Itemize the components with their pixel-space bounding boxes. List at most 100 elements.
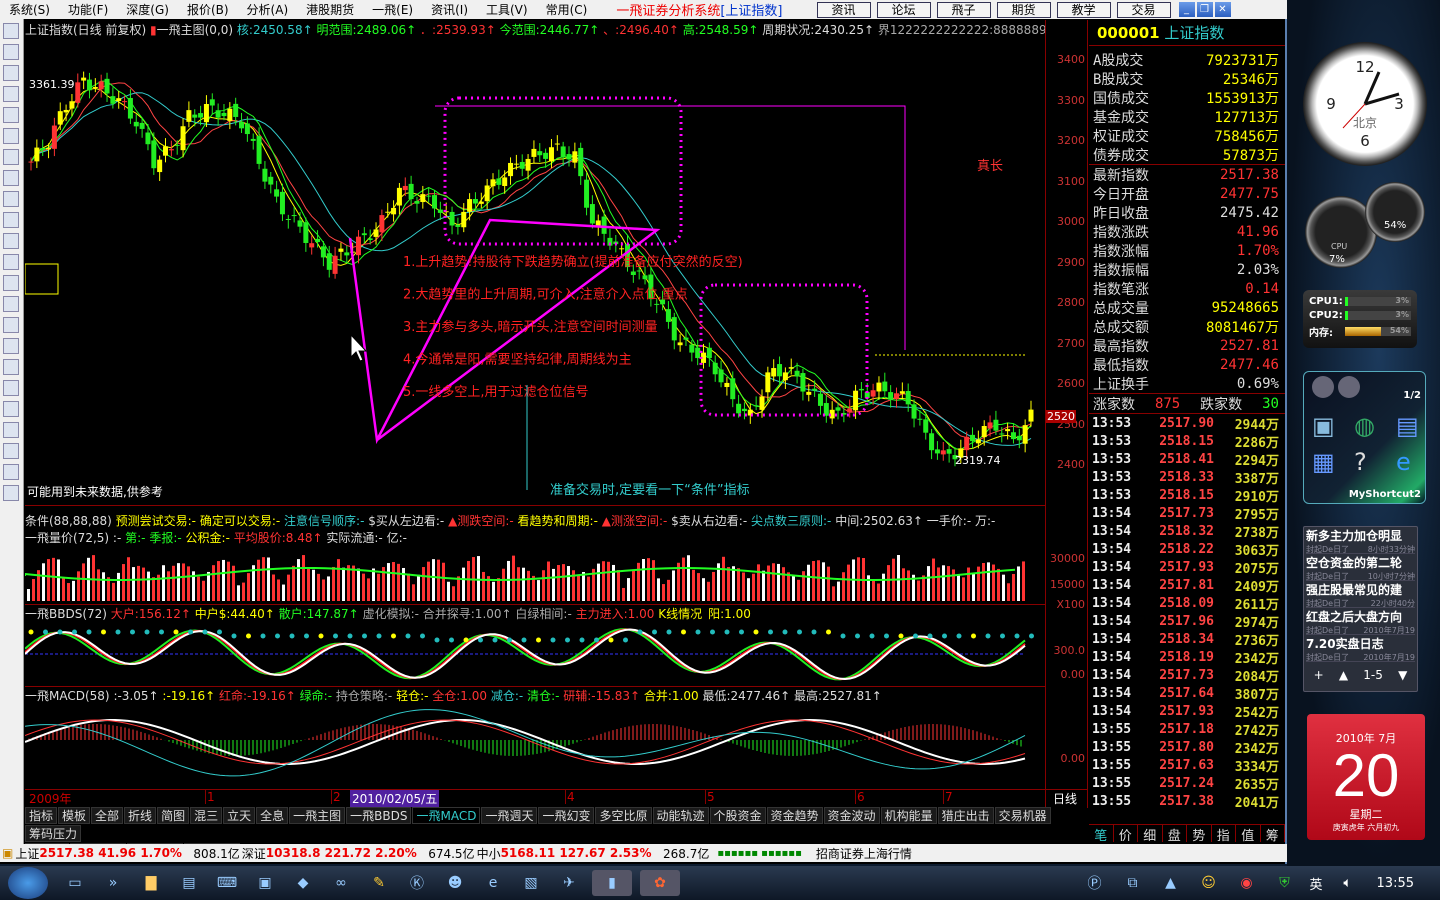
quote-tab[interactable]: 值 [1236,825,1261,844]
minimize-button[interactable]: _ [1178,2,1195,17]
indicator-tab[interactable]: 一飛主图 [289,807,346,824]
unknown-shortcut-icon[interactable]: ? [1354,448,1388,476]
news-title[interactable]: 7.20实盘日志 [1306,635,1415,652]
indicator-tab[interactable]: 资金波动 [823,807,880,824]
indicator-tab[interactable]: 混三 [190,807,223,824]
close-button[interactable]: ✕ [1214,2,1231,17]
indicator-tab[interactable]: 全息 [256,807,289,824]
tray-ime[interactable]: 英 [1310,874,1323,893]
menu-item[interactable]: 报价(B) [178,1,238,18]
tray-clock[interactable]: 13:55 [1377,876,1414,891]
tray-im-icon[interactable]: ☺ [1194,870,1224,896]
taskbar-tool-icon[interactable]: ▧ [516,870,546,896]
taskbar-stock-app-icon[interactable]: ▮ [592,870,632,896]
menu-item[interactable]: 常用(C) [537,1,597,18]
taskbar-qq-icon[interactable]: ☻ [440,870,470,896]
internet-shortcut-icon[interactable]: ◍ [1354,412,1388,440]
indicator-tab[interactable]: 机构能量 [880,807,937,824]
quote-tab[interactable]: 笔 [1089,825,1114,844]
network-shortcut-icon[interactable]: ▤ [1396,412,1430,440]
taskbar-app-icon[interactable]: ◆ [288,870,318,896]
bars-tool-icon[interactable] [3,86,19,102]
users-tool-icon[interactable] [3,191,19,207]
quote-tab[interactable]: 盘 [1163,825,1187,844]
indicator-tab[interactable]: 全部 [91,807,124,824]
move-tool-icon[interactable] [3,443,19,459]
lan-shortcut-icon[interactable]: ▦ [1312,448,1346,476]
up-tool-icon[interactable] [3,464,19,480]
quote-tab[interactable]: 价 [1114,825,1138,844]
quote-tab[interactable]: 细 [1138,825,1163,844]
indicator-tab[interactable]: 指标 [25,807,58,824]
taskbar-more-icon[interactable]: » [98,870,128,896]
chart-tool-icon[interactable] [3,275,19,291]
volume-chart[interactable] [25,546,1045,601]
line-tool-icon[interactable] [3,65,19,81]
taskbar-ie-icon[interactable]: e [478,870,508,896]
sh-index-label[interactable]: 上证 [15,845,39,862]
tray-window-icon[interactable]: ⧉ [1118,870,1148,896]
indicator-tab[interactable]: 一飛幻变 [538,807,595,824]
menu-item[interactable]: 工具(V) [477,1,537,18]
taskbar-stock-app2-icon[interactable]: ✿ [640,870,680,896]
computer-shortcut-icon[interactable]: ▣ [1312,412,1346,440]
f10-tool-icon[interactable] [3,107,19,123]
news-down-button[interactable]: ▼ [1398,668,1407,682]
etf-tool-icon[interactable] [3,254,19,270]
start-button[interactable] [8,867,48,899]
taskbar-desktop-icon[interactable]: ▭ [60,870,90,896]
news-item[interactable]: 红盘之后大盘方向 封起De日了 2010年7月19 [1306,608,1415,635]
quote-tab[interactable]: 指 [1212,825,1236,844]
list-tool-icon[interactable] [3,44,19,60]
news-title[interactable]: 红盘之后大盘方向 [1306,608,1415,625]
tray-shield-icon[interactable]: ⛨ [1270,870,1300,896]
tray-p-icon[interactable]: Ⓟ [1080,870,1110,896]
calc-tool-icon[interactable] [3,149,19,165]
news-title[interactable]: 新多主力加仓明显 [1306,527,1415,544]
main-price-chart[interactable]: 3361.39 2319.74 可能用到未来数据,供参考 准备交易时,定要看一下“条件… [25,40,1045,506]
table-tool-icon[interactable] [3,128,19,144]
restore-button[interactable]: ❐ [1196,2,1213,17]
forward-button[interactable] [1338,376,1360,398]
news-tool-icon[interactable] [3,170,19,186]
f-tool-icon[interactable] [3,212,19,228]
news-title[interactable]: 强庄股最常见的建 [1306,581,1415,598]
menu-item[interactable]: 深度(G) [117,1,178,18]
macd-chart[interactable] [25,702,1045,788]
indicator-tab[interactable]: 个股资金 [709,807,766,824]
indicator-tab[interactable]: 模板 [58,807,91,824]
indicator-tab[interactable]: 一飛BBDS [346,807,412,824]
indicator-tab[interactable]: 一飛MACD [412,807,481,824]
taskbar-k-icon[interactable]: Ⓚ [402,870,432,896]
back-button[interactable] [1312,376,1334,398]
grid-tool-icon[interactable] [3,23,19,39]
graph-tool-icon[interactable] [3,317,19,333]
news-title[interactable]: 空仓资金的第二轮 [1306,554,1415,571]
taskbar-link-icon[interactable]: ∞ [326,870,356,896]
menu-item[interactable]: 分析(A) [238,1,298,18]
indicator-tab[interactable]: 动能轨迹 [652,807,709,824]
indicator-tab[interactable]: 猎庄出击 [937,807,994,824]
down-tool-icon[interactable] [3,485,19,501]
news-item[interactable]: 7.20实盘日志 封起De日了 2010年7月19 [1306,635,1415,662]
taskbar-keyboard-icon[interactable]: ⌨ [212,870,242,896]
top-button[interactable]: 论坛 [876,1,931,18]
pen-tool-icon[interactable] [3,422,19,438]
top-button[interactable]: 资讯 [816,1,871,18]
menu-item[interactable]: 资讯(I) [422,1,477,18]
menu-item[interactable]: 港股期货 [297,1,363,18]
menu-item[interactable]: 一飛(E) [363,1,422,18]
taskbar-explorer-icon[interactable]: ▇ [136,870,166,896]
sz-index-label[interactable]: 深证 [242,845,266,862]
menu-item[interactable]: 功能(F) [59,1,117,18]
top-button[interactable]: 飛子 [936,1,991,18]
ie-shortcut-icon[interactable]: e [1396,448,1430,476]
news-item[interactable]: 强庄股最常见的建 封起De日了 22小时40分 [1306,581,1415,608]
indicator-tab[interactable]: 多空比原 [595,807,652,824]
quote-tab[interactable]: 势 [1187,825,1212,844]
indicator-tab[interactable]: 一飛週天 [481,807,538,824]
indicator-tab[interactable]: 筹码压力 [25,825,82,842]
news-add-button[interactable]: + [1314,668,1324,682]
tray-volume-icon[interactable]: 🔈︎ [1333,870,1363,896]
news-item[interactable]: 空仓资金的第二轮 封起De日了 10小时7分钟 [1306,554,1415,581]
